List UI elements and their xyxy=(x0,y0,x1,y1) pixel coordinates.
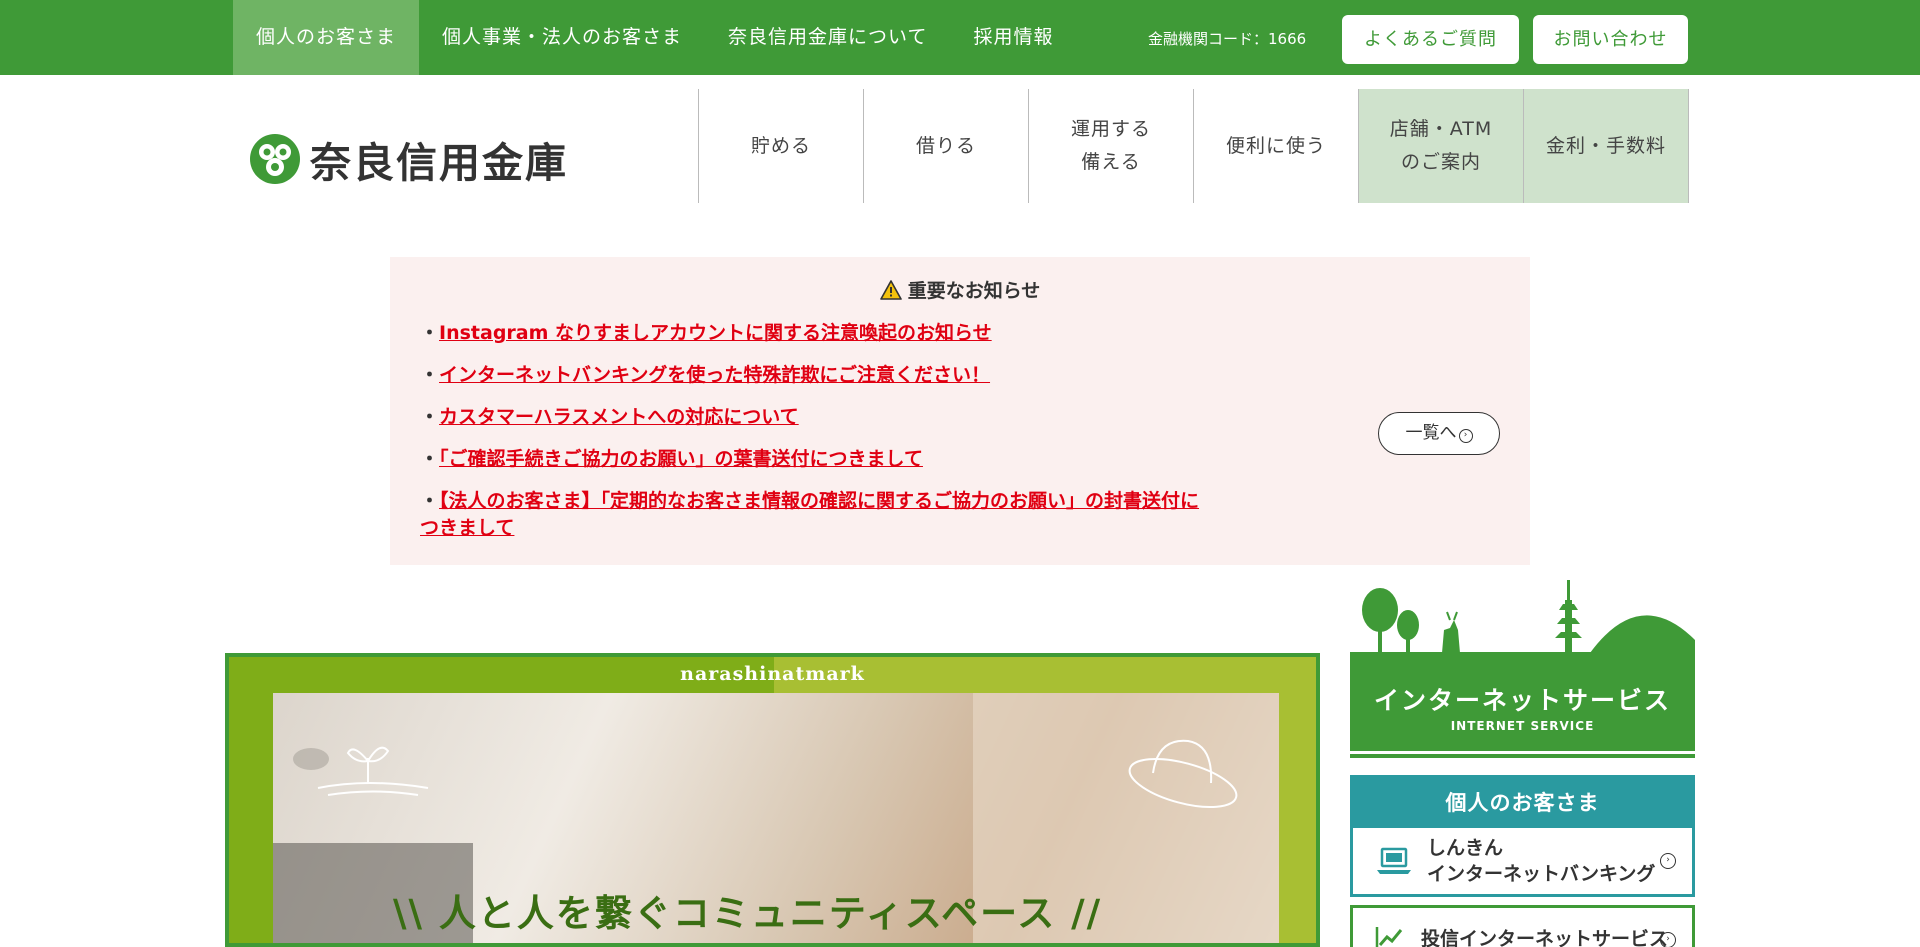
notice-link[interactable]: 【法人のお客さま】「定期的なお客さま情報の確認に関するご協力のお願い」の封書送付… xyxy=(420,490,1199,539)
mainnav-item-branches[interactable]: 店舗・ATM のご案内 xyxy=(1358,89,1523,203)
hero-banner[interactable]: narashinatmark \\ 人と人を繋ぐコミュニティスペース // xyxy=(225,653,1320,947)
notice-link[interactable]: Instagram なりすましアカウントに関する注意喚起のお知らせ xyxy=(439,322,992,344)
list-item: ・カスタマーハラスメントへの対応について xyxy=(420,404,1200,431)
list-bullet: ・ xyxy=(420,406,440,428)
mainnav-item-convenient[interactable]: 便利に使う xyxy=(1193,89,1358,203)
banner-brand: narashinatmark xyxy=(680,663,865,685)
notice-link[interactable]: 「ご確認手続きご協力のお願い」の葉書送付につきまして xyxy=(439,448,923,470)
list-item: ・Instagram なりすましアカウントに関する注意喚起のお知らせ xyxy=(420,320,1200,347)
mainnav-item-save[interactable]: 貯める xyxy=(698,89,863,203)
investment-service-link[interactable]: 投信インターネットサービス › xyxy=(1350,905,1695,947)
banner-catchphrase: \\ 人と人を繋ぐコミュニティスペース // xyxy=(393,892,1103,935)
list-item: ・インターネットバンキングを使った特殊詐欺にご注意ください！ xyxy=(420,362,1200,389)
mainnav-item-rates[interactable]: 金利・手数料 xyxy=(1523,89,1688,203)
list-bullet: ・ xyxy=(420,490,440,512)
top-bar: 個人のお客さま 個人事業・法人のお客さま 奈良信用金庫について 採用情報 金融機… xyxy=(0,0,1920,75)
main-nav: 貯める 借りる 運用する 備える 便利に使う 店舗・ATM のご案内 金利・手数… xyxy=(698,89,1689,203)
topnav-item-about[interactable]: 奈良信用金庫について xyxy=(705,0,950,75)
list-bullet: ・ xyxy=(420,448,440,470)
personal-service-header: 個人のお客さま xyxy=(1353,778,1692,828)
top-nav: 個人のお客さま 個人事業・法人のお客さま 奈良信用金庫について 採用情報 xyxy=(233,0,1076,75)
logo-mark-icon xyxy=(250,134,300,184)
financial-code: 金融機関コード：1666 xyxy=(1148,30,1307,48)
faq-button[interactable]: よくあるご質問 xyxy=(1342,15,1519,64)
banner-photo: \\ 人と人を繋ぐコミュニティスペース // xyxy=(273,693,1279,943)
laptop-icon xyxy=(1377,847,1411,874)
internet-banking-link[interactable]: しんきん インターネットバンキング › xyxy=(1353,828,1692,894)
investment-service-label: 投信インターネットサービス xyxy=(1421,928,1669,947)
list-item: ・【法人のお客さま】「定期的なお客さま情報の確認に関するご協力のお願い」の封書送… xyxy=(420,488,1200,542)
arrow-circle-right-icon: › xyxy=(1660,853,1676,869)
site-logo[interactable]: 奈良信用金庫 xyxy=(248,130,593,188)
mainnav-item-invest[interactable]: 運用する 備える xyxy=(1028,89,1193,203)
topnav-item-personal[interactable]: 個人のお客さま xyxy=(233,0,420,75)
topnav-item-recruit[interactable]: 採用情報 xyxy=(950,0,1076,75)
important-notice: 重要なお知らせ ・Instagram なりすましアカウントに関する注意喚起のお知… xyxy=(390,257,1530,565)
nara-skyline-illustration xyxy=(1350,580,1695,653)
divider xyxy=(1350,754,1695,758)
notice-link[interactable]: インターネットバンキングを使った特殊詐欺にご注意ください！ xyxy=(439,364,990,386)
list-bullet: ・ xyxy=(420,364,440,386)
internet-service-title-en: INTERNET SERVICE xyxy=(1450,719,1595,733)
list-bullet: ・ xyxy=(420,322,440,344)
contact-button[interactable]: お問い合わせ xyxy=(1533,15,1688,64)
notice-title: 重要なお知らせ xyxy=(907,280,1041,302)
mainnav-item-borrow[interactable]: 借りる xyxy=(863,89,1028,203)
logo-text: 奈良信用金庫 xyxy=(310,139,568,187)
list-item: ・「ご確認手続きご協力のお願い」の葉書送付につきまして xyxy=(420,446,1200,473)
personal-service-box: 個人のお客さま しんきん インターネットバンキング › xyxy=(1350,775,1695,897)
topnav-item-business[interactable]: 個人事業・法人のお客さま xyxy=(419,0,705,75)
notice-list: ・Instagram なりすましアカウントに関する注意喚起のお知らせ ・インター… xyxy=(420,320,1200,557)
notice-more-label: 一覧へ xyxy=(1405,423,1457,443)
notice-link[interactable]: カスタマーハラスメントへの対応について xyxy=(439,406,799,428)
sprout-icon xyxy=(317,746,429,796)
internet-service-title: インターネットサービス xyxy=(1373,686,1671,715)
warning-icon xyxy=(879,279,902,300)
arrow-circle-right-icon: › xyxy=(1458,429,1473,443)
notice-heading: 重要なお知らせ xyxy=(390,276,1530,303)
internet-service-heading: インターネットサービス INTERNET SERVICE xyxy=(1350,653,1695,751)
chart-line-icon xyxy=(1375,927,1403,947)
notice-more-button[interactable]: 一覧へ › xyxy=(1378,412,1500,455)
arrow-circle-right-icon: › xyxy=(1660,932,1676,947)
hat-icon xyxy=(1128,739,1238,808)
internet-banking-label: しんきん インターネットバンキング xyxy=(1427,837,1656,885)
